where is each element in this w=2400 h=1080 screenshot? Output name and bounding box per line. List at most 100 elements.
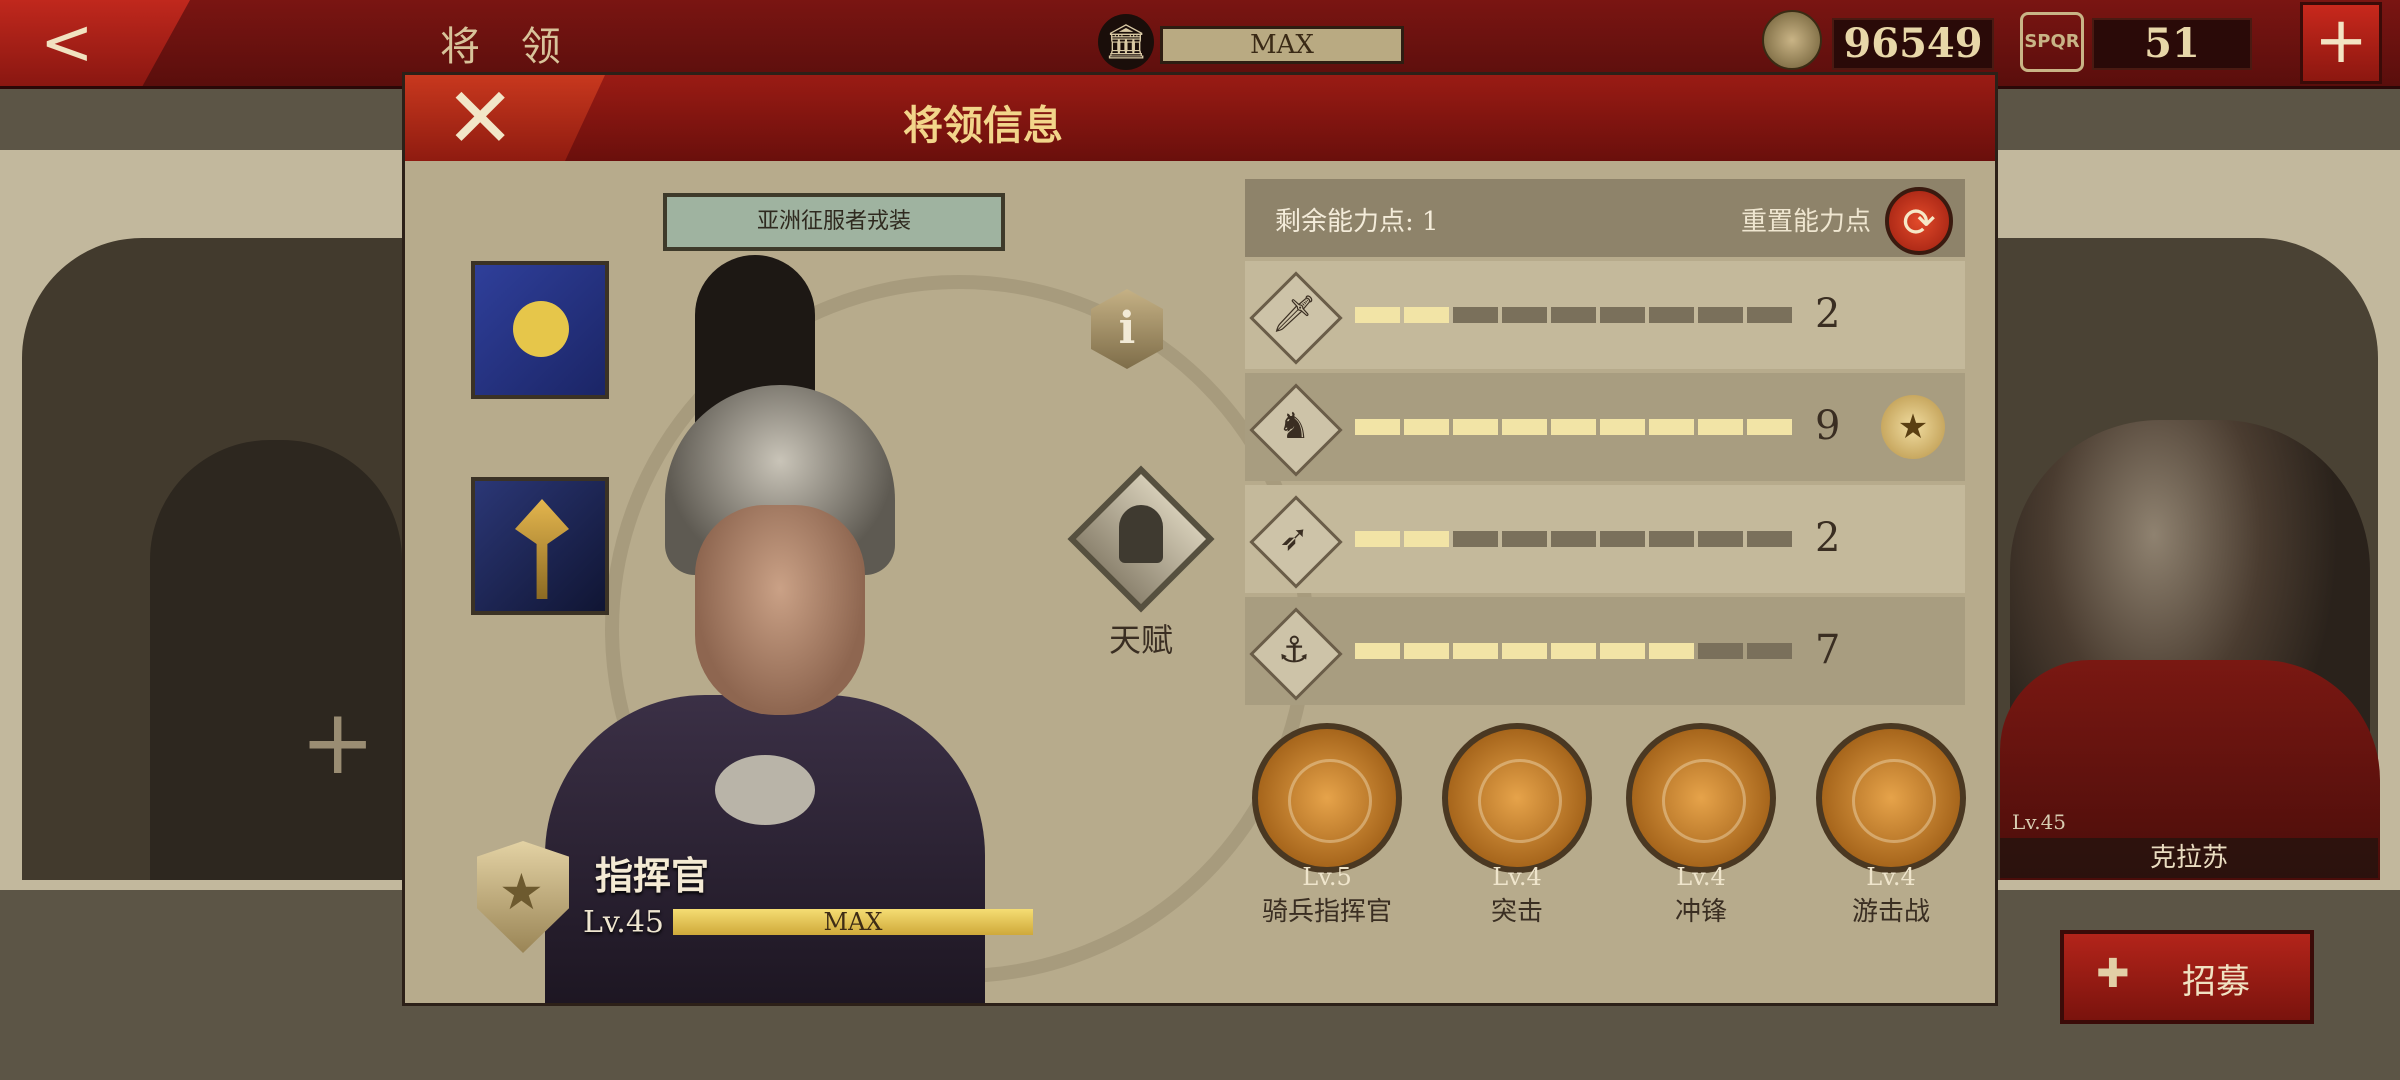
stat-row: ➶ 2: [1245, 485, 1965, 593]
stat-segment: [1355, 643, 1400, 659]
star-icon: ★: [499, 863, 544, 921]
recruit-button[interactable]: ✚ 招募: [2060, 930, 2314, 1024]
general-level: Lv.45: [583, 905, 665, 940]
spqr-amount: 51: [2092, 18, 2252, 70]
back-arrow-icon: <: [40, 6, 94, 80]
remaining-points-row: 剩余能力点: 1 重置能力点 ⟳: [1245, 179, 1965, 257]
general-face: [695, 505, 865, 715]
stat-segment: [1698, 419, 1743, 435]
cavalry-skill-icon: [1252, 723, 1402, 873]
dialog-title: 将领信息: [903, 102, 1063, 149]
ability-points-panel: 剩余能力点: 1 重置能力点 ⟳ 🗡 2 ♞ 9 ★ ➶ 2 ⚓ 7: [1245, 179, 1965, 705]
back-button[interactable]: <: [0, 0, 190, 86]
remaining-points-label: 剩余能力点: 1: [1275, 207, 1439, 237]
spqr-icon: SPQR: [2020, 12, 2084, 72]
stat-segment: [1404, 419, 1449, 435]
stat-segment: [1404, 307, 1449, 323]
stat-segment: [1551, 419, 1596, 435]
horse-icon: ♞: [1277, 406, 1311, 447]
gold-amount: 96549: [1832, 18, 1994, 70]
stat-row: ⚓ 7: [1245, 597, 1965, 705]
skill-name: 冲锋: [1674, 897, 1727, 927]
skill-level: Lv.4: [1492, 863, 1542, 891]
stat-segment: [1649, 307, 1694, 323]
stat-segment: [1453, 419, 1498, 435]
general-info-dialog: ✕ 将领信息 亚洲征服者戎装 i 天赋 ★ 指挥官 Lv.45 MAX 剩余能力…: [402, 72, 1998, 1006]
building-max-label: MAX: [1160, 26, 1404, 64]
cavalry-skill-icon: [1442, 723, 1592, 873]
talent-button[interactable]: [1065, 463, 1217, 615]
stat-segment: [1649, 531, 1694, 547]
skill-name: 骑兵指挥官: [1261, 897, 1392, 927]
stat-segment: [1747, 531, 1792, 547]
stat-segment: [1355, 419, 1400, 435]
helmet-icon: [1119, 505, 1163, 563]
skill-item[interactable]: Lv.4 游击战: [1811, 723, 1971, 928]
reset-points-label: 重置能力点: [1741, 207, 1872, 237]
talent-label: 天赋: [1108, 621, 1173, 659]
reset-points-button[interactable]: ⟳: [1885, 187, 1953, 255]
stat-segment: [1453, 643, 1498, 659]
stat-segment: [1649, 643, 1694, 659]
skill-name: 突击: [1490, 897, 1543, 927]
stat-segment: [1600, 419, 1645, 435]
right-general-level: Lv.45: [2012, 810, 2067, 834]
stat-segment: [1453, 531, 1498, 547]
rank-name: 指挥官: [595, 853, 710, 898]
empty-general-silhouette[interactable]: [150, 440, 402, 880]
stat-segment: [1698, 643, 1743, 659]
skill-item[interactable]: Lv.5 骑兵指挥官: [1247, 723, 1407, 928]
page-title: 将 领: [440, 24, 575, 70]
skill-item[interactable]: Lv.4 突击: [1437, 723, 1597, 928]
stat-segment: [1649, 419, 1694, 435]
stat-segment: [1551, 531, 1596, 547]
stat-segment: [1404, 643, 1449, 659]
cavalry-skill-icon: [1816, 723, 1966, 873]
stat-segment: [1600, 307, 1645, 323]
stat-segment: [1600, 643, 1645, 659]
stat-row: 🗡 2: [1245, 261, 1965, 369]
dialog-header: ✕ 将领信息: [405, 75, 1995, 161]
stat-segment: [1502, 419, 1547, 435]
stat-value: 9: [1815, 403, 1841, 449]
eagle-breastplate: [715, 755, 815, 825]
stat-segment: [1453, 307, 1498, 323]
stat-progress-bar: [1355, 531, 1792, 547]
stat-segment: [1355, 531, 1400, 547]
stat-segment: [1747, 307, 1792, 323]
stat-progress-bar: [1355, 307, 1792, 323]
bank-icon: 🏛: [1098, 14, 1154, 70]
add-general-icon[interactable]: +: [300, 690, 375, 795]
stat-segment: [1698, 307, 1743, 323]
stat-value: 2: [1815, 515, 1841, 561]
anchor-icon: ⚓: [1277, 630, 1311, 671]
skill-item[interactable]: Lv.4 冲锋: [1621, 723, 1781, 928]
helmet-plus-icon: ✚: [2096, 951, 2130, 997]
recruit-label: 招募: [2182, 962, 2250, 1002]
stat-segment: [1551, 643, 1596, 659]
stat-value: 7: [1815, 627, 1841, 673]
sword-icon: 🗡: [1271, 294, 1317, 335]
laurel-medal-icon[interactable]: ★: [1881, 395, 1945, 459]
stat-progress-bar: [1355, 419, 1792, 435]
right-general-name: 克拉苏: [2149, 843, 2228, 873]
stat-segment: [1404, 531, 1449, 547]
stat-segment: [1502, 307, 1547, 323]
skill-level: Lv.4: [1676, 863, 1726, 891]
stat-segment: [1747, 643, 1792, 659]
stat-segment: [1698, 531, 1743, 547]
stat-segment: [1502, 643, 1547, 659]
experience-max-label: MAX: [823, 908, 883, 936]
stat-progress-bar: [1355, 643, 1792, 659]
stat-segment: [1502, 531, 1547, 547]
coin-icon: [1762, 10, 1822, 70]
costume-button[interactable]: 亚洲征服者戎装: [663, 193, 1005, 251]
skill-level: Lv.4: [1866, 863, 1916, 891]
skill-name: 游击战: [1851, 897, 1930, 927]
stat-segment: [1355, 307, 1400, 323]
stat-value: 2: [1815, 291, 1841, 337]
skill-level: Lv.5: [1302, 863, 1352, 891]
add-resource-button[interactable]: +: [2300, 2, 2382, 84]
stat-row: ♞ 9 ★: [1245, 373, 1965, 481]
stat-segment: [1600, 531, 1645, 547]
